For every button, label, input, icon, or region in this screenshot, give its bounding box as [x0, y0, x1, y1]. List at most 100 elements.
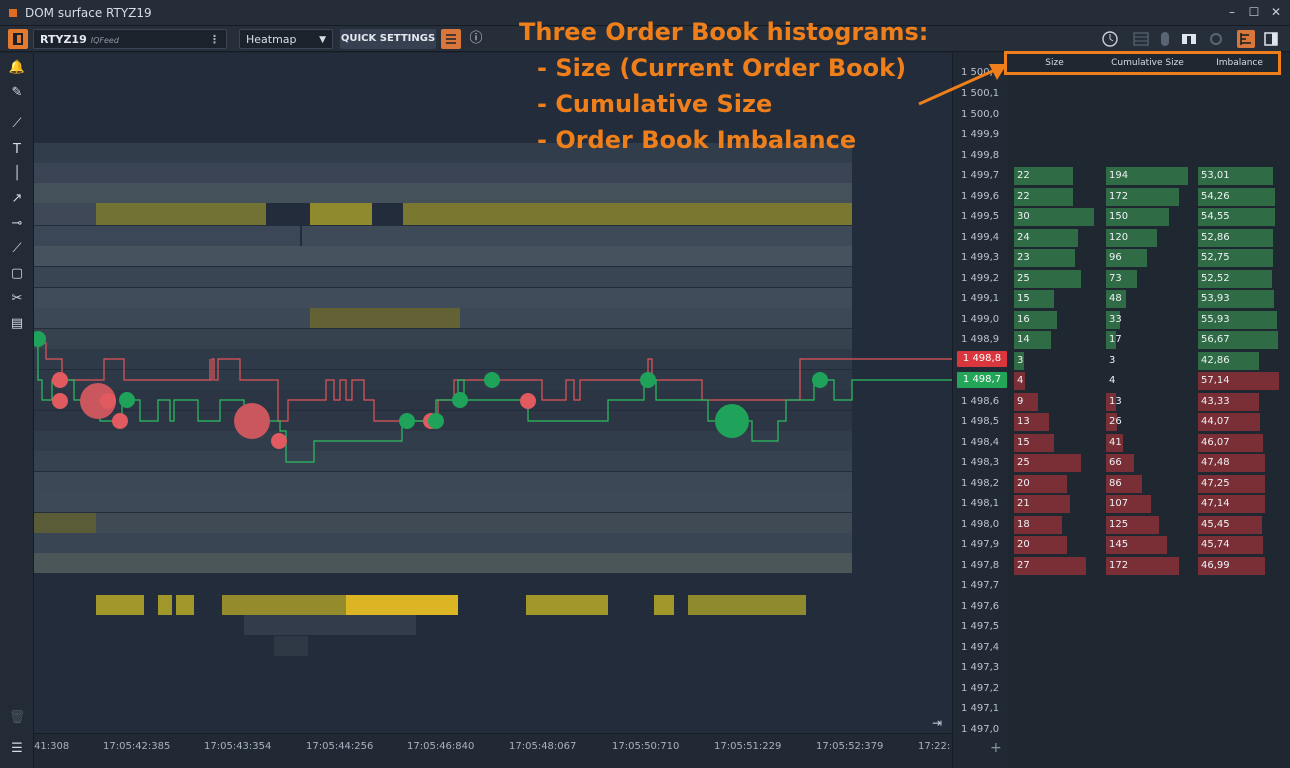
- eraser-icon[interactable]: ✎: [7, 83, 27, 103]
- price-label: 1 497,0: [961, 723, 1000, 735]
- buy-trade-bubble: [119, 392, 135, 408]
- vertical-line-icon[interactable]: │: [7, 164, 27, 184]
- price-label: 1 499,4: [961, 231, 1000, 243]
- histogram-toggle-icon[interactable]: [1237, 30, 1255, 48]
- imbalance-bar: 52,75: [1198, 249, 1273, 267]
- time-label: 17:22:: [918, 741, 951, 752]
- fibonacci-icon[interactable]: ⟋: [7, 114, 27, 134]
- time-label: 17:05:52:379: [816, 741, 884, 752]
- price-label: 1 499,5: [961, 211, 1000, 222]
- maximize-icon[interactable]: ☐: [1246, 4, 1262, 20]
- info-icon[interactable]: ⓘ: [466, 29, 486, 49]
- add-icon[interactable]: +: [990, 740, 1002, 756]
- cumulative-size-bar: 96: [1106, 249, 1147, 267]
- price-label: 1 498,5: [961, 416, 1000, 427]
- price-label: 1 499,6: [961, 190, 1000, 202]
- grid-icon[interactable]: [1132, 30, 1150, 48]
- sell-trade-bubble: [271, 433, 287, 449]
- trend-line-icon[interactable]: ⟋: [7, 239, 27, 259]
- size-bar: 25: [1014, 269, 1081, 288]
- cumulative-size-bar: 73: [1106, 269, 1137, 288]
- price-label: 1 498,9: [961, 334, 1000, 345]
- cumulative-size-bar: 66: [1106, 454, 1134, 472]
- quick-settings-button[interactable]: QUICK SETTINGS: [340, 29, 436, 49]
- imbalance-bar: 53,01: [1198, 167, 1274, 185]
- bell-icon[interactable]: 🔔: [7, 58, 27, 78]
- ladder-icon[interactable]: [1180, 30, 1198, 48]
- arrow-icon[interactable]: ↗: [7, 189, 27, 209]
- sell-trade-bubble: [520, 393, 536, 409]
- time-label: 17:05:44:256: [306, 741, 374, 752]
- price-label: 1 497,7: [961, 580, 1000, 591]
- template-icon[interactable]: ▤: [7, 314, 27, 334]
- text-tool-icon[interactable]: T: [7, 140, 27, 160]
- cumulative-size-bar: 3: [1109, 354, 1116, 366]
- cumulative-size-bar: 86: [1106, 474, 1143, 493]
- size-bar: 18: [1014, 515, 1062, 534]
- size-bar: 3: [1014, 351, 1024, 370]
- price-label: 1 498,4: [961, 436, 1000, 448]
- settings-sliders-icon[interactable]: [441, 29, 461, 49]
- buy-trade-bubble: [715, 404, 749, 438]
- price-label: 1 499,9: [961, 129, 1000, 140]
- imbalance-bar: 53,93: [1198, 290, 1275, 308]
- cumulative-size-bar: 172: [1106, 187, 1179, 206]
- cumulative-size-bar: 172: [1106, 556, 1179, 575]
- imbalance-bar: 45,74: [1198, 536, 1263, 554]
- buy-trade-bubble: [428, 413, 444, 429]
- sidebar-panel-icon[interactable]: [1262, 30, 1280, 48]
- annotation-line: - Cumulative Size: [537, 90, 773, 118]
- price-label: 1 497,9: [961, 539, 1000, 550]
- ask-price-tag: 1 498,8: [957, 351, 1007, 367]
- mouse-icon[interactable]: [1156, 30, 1174, 48]
- view-mode-select[interactable]: Heatmap ▼: [239, 29, 333, 49]
- price-label: 1 498,6: [961, 395, 1000, 407]
- buy-trade-bubble: [640, 372, 656, 388]
- cumulative-size-bar: 194: [1106, 167, 1188, 185]
- rectangle-icon[interactable]: ▢: [7, 264, 27, 284]
- buy-trade-bubble: [452, 392, 468, 408]
- cumulative-size-bar: 33: [1106, 310, 1122, 329]
- feed-label: IQFeed: [90, 36, 119, 45]
- more-icon[interactable]: ⋮: [209, 30, 220, 50]
- cumulative-size-bar: 41: [1106, 433, 1124, 452]
- close-icon[interactable]: ✕: [1268, 4, 1284, 20]
- size-bar: 15: [1014, 290, 1054, 308]
- imbalance-bar: 56,67: [1198, 331, 1279, 349]
- price-label: 1 497,5: [961, 621, 1000, 632]
- menu-icon[interactable]: ☰: [7, 739, 27, 759]
- time-label: 17:05:48:067: [509, 741, 577, 752]
- size-bar: 27: [1014, 556, 1086, 575]
- sell-trade-bubble: [52, 393, 68, 409]
- price-axis[interactable]: 1 500, 1 500,1 1 500,0 1 499,9 1 499,8 1 499…: [952, 53, 1008, 768]
- imbalance-bar: 47,48: [1198, 454, 1266, 472]
- scroll-to-end-icon[interactable]: ⇥: [932, 716, 942, 730]
- price-label: 1 499,8: [961, 149, 1000, 161]
- size-bar: 24: [1014, 228, 1078, 247]
- symbol-selector[interactable]: RTYZ19 IQFeed ⋮: [33, 29, 227, 49]
- price-label: 1 497,4: [961, 641, 1000, 653]
- trash-icon[interactable]: 🗑: [7, 708, 27, 728]
- imbalance-bar: 57,14: [1198, 372, 1279, 390]
- imbalance-bar: 54,26: [1198, 187, 1275, 206]
- buy-trade-bubble: [484, 372, 500, 388]
- price-label: 1 498,0: [961, 518, 1000, 530]
- size-bar: 16: [1014, 310, 1057, 329]
- size-bar: 20: [1014, 474, 1068, 493]
- size-bar: 4: [1014, 372, 1025, 390]
- annotation-arrow: [918, 64, 1007, 106]
- cumulative-size-bar: 4: [1109, 375, 1116, 386]
- price-label: 1 497,2: [961, 682, 1000, 694]
- minimize-icon[interactable]: –: [1224, 4, 1240, 20]
- price-label: 1 500,0: [961, 108, 1000, 120]
- gear-icon[interactable]: [1207, 30, 1225, 48]
- size-bar: 14: [1014, 331, 1052, 349]
- horizontal-ray-icon[interactable]: ⊸: [7, 214, 27, 234]
- time-label: 17:05:51:229: [714, 741, 782, 752]
- magic-icon[interactable]: ✂: [7, 289, 27, 309]
- imbalance-bar: 44,07: [1198, 413, 1261, 431]
- clock-icon[interactable]: [1101, 30, 1119, 48]
- size-bar: 25: [1014, 454, 1081, 472]
- time-label: 41:308: [34, 741, 70, 752]
- panel-toggle-button[interactable]: [8, 29, 28, 49]
